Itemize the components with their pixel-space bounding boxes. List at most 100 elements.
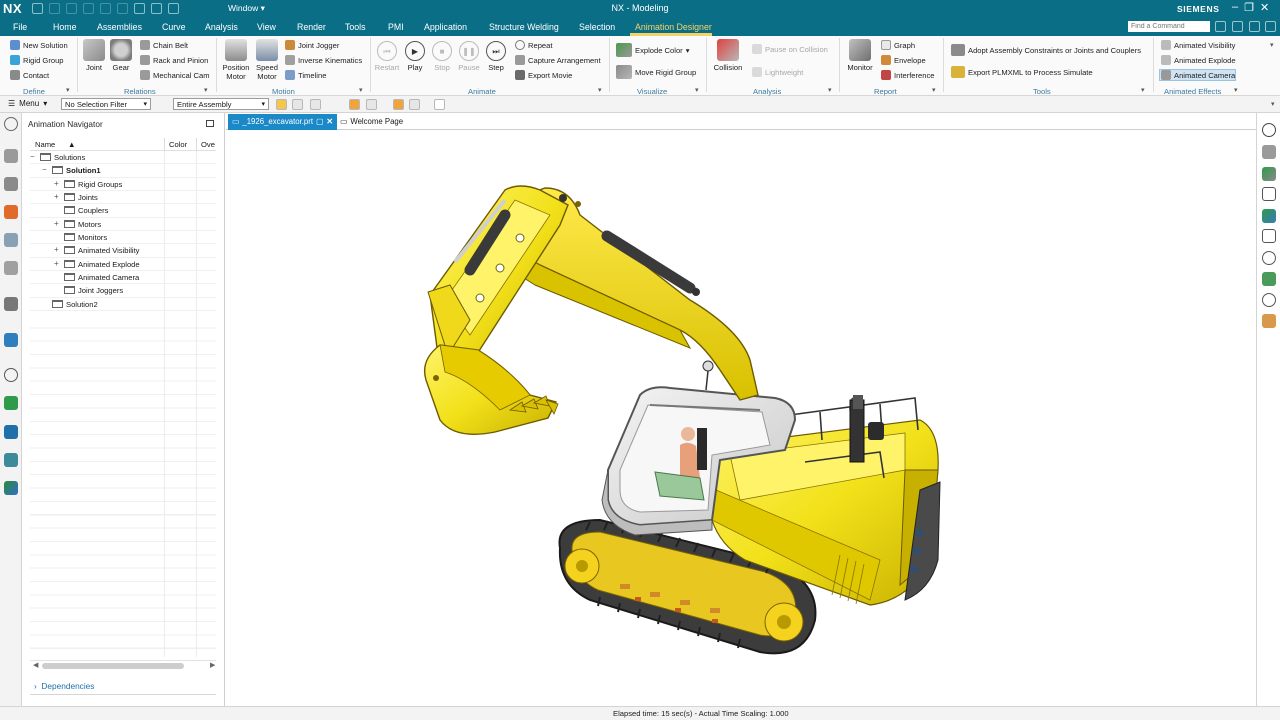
tab-excavator-part[interactable]: ▭ _1926_excavator.prt ▢ ✕ [228,114,337,130]
gear-icon[interactable] [4,117,18,131]
marker-icon[interactable] [1262,314,1276,328]
collision-button[interactable]: Collision [711,39,745,72]
chevron-down-icon[interactable]: ▾ [932,86,936,94]
save-icon[interactable]: ▢ [316,117,323,130]
ribbon-options-icon[interactable] [1232,21,1243,32]
chain-belt-button[interactable]: Chain Belt [140,40,188,50]
tab-curve[interactable]: Curve [162,22,185,32]
chevron-down-icon[interactable]: ▾ [828,86,832,94]
repeat-button[interactable]: Repeat [515,40,553,50]
web-browser-icon[interactable] [4,297,18,311]
select-body-icon[interactable] [292,99,303,110]
snap-end-icon[interactable] [349,99,360,110]
position-motor-button[interactable]: Position Motor [221,39,251,81]
restart-button[interactable]: ⏮ Restart [373,41,401,72]
animation-navigator-icon[interactable] [4,149,18,163]
repeat-command-icon[interactable] [134,3,145,14]
tree-node-animated-visibility[interactable]: + Animated Visibility [30,244,216,258]
tab-application[interactable]: Application [424,22,467,32]
history-icon[interactable] [4,368,18,382]
step-icon[interactable] [1262,293,1276,307]
new-solution-button[interactable]: New Solution [10,40,68,50]
tree-node-solution1[interactable]: − Solution1 [30,164,216,178]
chevron-down-icon[interactable]: ▾ [598,86,602,94]
expand-icon[interactable]: + [54,259,59,268]
tab-animation-designer[interactable]: Animation Designer [635,22,712,32]
process-studio-icon[interactable] [4,396,18,410]
horizontal-scrollbar[interactable]: ◀ ▶ [30,660,216,670]
selection-window-icon[interactable] [434,99,445,110]
joint-button[interactable]: Joint [82,39,106,72]
interference-button[interactable]: Interference [881,70,935,80]
menu-button[interactable]: ☰ Menu ▾ [8,99,47,108]
command-finder-input[interactable] [1128,21,1210,32]
gear-icon[interactable] [1265,21,1276,32]
speed-motor-button[interactable]: Speed Motor [253,39,281,81]
contact-button[interactable]: Contact [10,70,49,80]
manufacturing-wizard-icon[interactable] [4,425,18,439]
tree-node-motors[interactable]: + Motors [30,217,216,232]
gear-button[interactable]: Gear [109,39,133,72]
tree-node-monitors[interactable]: Monitors [30,231,216,245]
role-icon[interactable] [4,453,18,467]
rack-and-pinion-button[interactable]: Rack and Pinion [140,55,208,65]
tree-node-animated-camera[interactable]: Animated Camera [30,271,216,285]
column-divider[interactable] [164,138,165,151]
help-icon[interactable] [1249,21,1260,32]
graphics-window[interactable] [226,130,1256,706]
animated-explode-button[interactable]: Animated Explode [1161,55,1236,65]
tab-structure-welding[interactable]: Structure Welding [489,22,559,32]
tree-node-joint-joggers[interactable]: Joint Joggers [30,284,216,298]
mechanical-cam-button[interactable]: Mechanical Cam [140,70,210,80]
column-header-override[interactable]: Ove [201,140,215,149]
save-icon[interactable] [32,3,43,14]
scroll-right-icon[interactable]: ▶ [210,661,215,669]
clipboard-icon[interactable] [1262,229,1276,243]
snap-point-icon[interactable] [333,99,344,110]
snap-mid-icon[interactable] [366,99,377,110]
funnel-icon[interactable] [158,99,169,110]
constraint-navigator-icon[interactable] [4,233,18,247]
stop-button[interactable]: ■ Stop [429,41,455,72]
timeline-button[interactable]: Timeline [285,70,326,80]
inverse-kinematics-button[interactable]: Inverse Kinematics [285,55,362,65]
rotate-icon[interactable] [1262,251,1276,265]
system-materials-icon[interactable] [4,481,18,495]
move-rigid-group-button[interactable]: Move Rigid Group [616,65,696,79]
minimize-icon[interactable]: – [1232,1,1238,14]
close-icon[interactable]: ✕ [1260,1,1269,14]
expand-icon[interactable]: + [54,219,59,228]
assembly-icon[interactable] [1262,145,1276,159]
pause-button[interactable]: ❚❚ Pause [456,41,482,72]
selection-filter-dropdown[interactable]: No Selection Filter ▾ [61,98,151,110]
rigid-group-button[interactable]: Rigid Group [10,55,64,65]
cut-icon[interactable] [83,3,94,14]
envelope-button[interactable]: Envelope [881,55,926,65]
globe-icon[interactable] [4,333,18,347]
window-switch-icon[interactable] [168,3,179,14]
tab-view[interactable]: View [257,22,276,32]
expand-icon[interactable]: + [54,192,59,201]
pause-on-collision-button[interactable]: Pause on Collision [752,44,828,54]
tab-home[interactable]: Home [53,22,76,32]
copy-icon[interactable] [100,3,111,14]
adopt-assembly-constraints-button[interactable]: Adopt Assembly Constraints or Joints and… [951,44,1141,56]
sort-ascending-icon[interactable]: ▲ [68,140,76,149]
tree-node-solutions[interactable]: − Solutions [30,151,216,165]
undo-icon[interactable] [49,3,60,14]
lightweight-button[interactable]: Lightweight [752,67,803,77]
maximize-icon[interactable] [206,120,214,127]
chevron-down-icon[interactable]: ▾ [1271,100,1275,108]
chevron-down-icon[interactable]: ▾ [359,86,363,94]
tree-node-animated-explode[interactable]: + Animated Explode [30,257,216,272]
restore-icon[interactable]: ❐ [1244,1,1254,14]
monitor-button[interactable]: Monitor [844,39,876,72]
export-movie-button[interactable]: Export Movie [515,70,572,80]
component-icon[interactable] [1262,167,1276,181]
play-icon[interactable] [1262,123,1276,137]
assembly-navigator-icon[interactable] [4,177,18,191]
joint-jogger-button[interactable]: Joint Jogger [285,40,339,50]
chevron-down-icon[interactable]: ▾ [695,86,699,94]
tab-selection[interactable]: Selection [579,22,615,32]
tab-analysis[interactable]: Analysis [205,22,238,32]
